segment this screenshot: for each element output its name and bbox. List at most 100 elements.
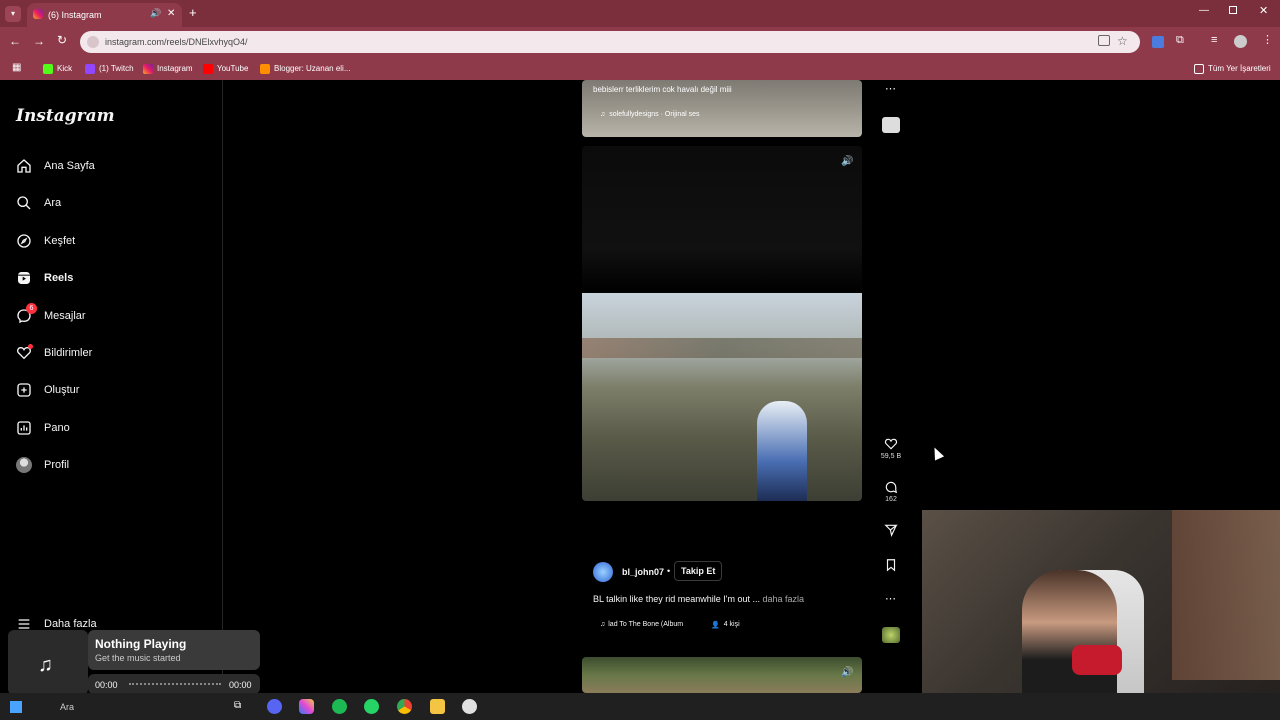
comment-action[interactable]: 162 — [878, 480, 904, 503]
install-app-icon[interactable] — [1098, 35, 1110, 46]
more-options-icon[interactable]: ⋯ — [885, 82, 896, 95]
bookmark-all[interactable]: Tüm Yer İşaretleri — [1194, 61, 1271, 76]
bookmark-star-icon[interactable]: ☆ — [1117, 34, 1128, 48]
plus-square-icon — [17, 383, 31, 397]
bookmark-icon — [886, 559, 896, 572]
messages-badge: 6 — [26, 303, 37, 314]
chrome-icon[interactable] — [397, 699, 412, 714]
bookmarks-bar: ▦ Kick (1) Twitch Instagram YouTube Blog… — [0, 57, 1280, 80]
minimize-icon[interactable]: — — [1199, 5, 1209, 16]
like-action[interactable]: 59,5 B — [878, 437, 904, 460]
task-view-icon[interactable]: ⧉ — [234, 700, 241, 711]
new-tab-icon[interactable]: + — [189, 5, 197, 20]
audio-thumbnail[interactable] — [882, 117, 900, 133]
address-bar[interactable]: instagram.com/reels/DNElxvhyqO4/ ☆ — [80, 31, 1140, 53]
username[interactable]: bl_john07 — [622, 567, 664, 577]
tab-title: (6) Instagram — [48, 10, 102, 20]
speaker-icon[interactable]: 🔊 — [150, 8, 161, 19]
bookmark-kick[interactable]: Kick — [43, 61, 72, 76]
spotify-icon[interactable] — [332, 699, 347, 714]
music-note-icon: ♫ — [600, 621, 606, 628]
separator-dot: • — [667, 566, 671, 576]
browser-toolbar: ← → ↻ instagram.com/reels/DNElxvhyqO4/ ☆… — [0, 27, 1280, 57]
twitch-icon — [85, 63, 95, 74]
heart-icon — [884, 438, 898, 450]
sidebar: Instagram Ana Sayfa Ara Keşfet Reels 6 M… — [0, 80, 223, 693]
forward-icon[interactable]: → — [33, 34, 45, 48]
more-link[interactable]: daha fazla — [762, 594, 804, 604]
user-avatar[interactable] — [593, 562, 613, 582]
volume-icon[interactable]: 🔊 — [841, 667, 853, 678]
app-icon[interactable] — [462, 699, 477, 714]
motorbike-fender — [757, 401, 807, 501]
windows-start-icon[interactable] — [10, 701, 22, 713]
bookmark-youtube[interactable]: YouTube — [203, 61, 248, 76]
avatar-icon — [16, 457, 32, 473]
reels-icon — [18, 272, 30, 284]
reel-previous[interactable]: bebislerr terliklerim cok havalı değil m… — [582, 80, 862, 137]
compass-icon — [17, 234, 31, 248]
sidebar-item-create[interactable]: Oluştur — [16, 380, 79, 400]
audio-thumbnail[interactable] — [882, 627, 900, 643]
like-count: 59,5 B — [880, 453, 902, 460]
close-tab-icon[interactable]: ✕ — [167, 8, 175, 19]
tagged-people[interactable]: 👤 4 kişi — [711, 621, 740, 629]
file-explorer-icon[interactable] — [430, 699, 445, 714]
profile-avatar[interactable] — [1234, 35, 1247, 48]
reel-audio[interactable]: ♫ lad To The Bone (Album — [600, 621, 683, 628]
extensions-icon[interactable]: ⧉ — [1176, 34, 1184, 47]
now-playing-card[interactable]: Nothing Playing Get the music started — [88, 630, 260, 670]
heart-icon-wrap — [16, 344, 33, 361]
reel-audio[interactable]: ♫ solefullydesigns · Orijinal ses — [600, 111, 700, 118]
reel-next[interactable]: 🔊 — [582, 657, 862, 693]
instagram-logo[interactable]: Instagram — [16, 106, 115, 126]
share-action[interactable] — [878, 523, 904, 539]
blogger-icon — [260, 63, 270, 74]
sidebar-item-dashboard[interactable]: Pano — [16, 418, 70, 438]
media-controls-icon[interactable]: ≡ — [1211, 34, 1217, 46]
mouse-cursor — [929, 445, 945, 461]
menu-icon[interactable]: ⋮ — [1262, 33, 1273, 46]
comment-icon — [885, 481, 898, 494]
tab-list-button[interactable]: ▾ — [5, 6, 21, 22]
album-art: ♫ — [8, 630, 88, 695]
folder-icon — [1194, 63, 1204, 74]
sidebar-item-profile[interactable]: Profil — [16, 455, 69, 475]
whatsapp-icon[interactable] — [364, 699, 379, 714]
volume-icon[interactable]: 🔊 — [841, 156, 853, 167]
save-action[interactable] — [878, 558, 904, 574]
time-end: 00:00 — [229, 680, 252, 690]
progress-track — [129, 683, 221, 686]
reel-caption: bebislerr terliklerim cok havalı değil m… — [593, 85, 732, 94]
browser-tab-instagram[interactable]: (6) Instagram 🔊 ✕ — [27, 3, 182, 27]
progress-bar[interactable]: 00:00 00:00 — [88, 674, 260, 694]
bookmark-instagram[interactable]: Instagram — [143, 61, 193, 76]
video-frame[interactable] — [582, 293, 862, 501]
shelf — [1172, 510, 1280, 680]
restore-icon[interactable] — [1229, 6, 1237, 14]
sidebar-item-notifications[interactable]: Bildirimler — [16, 343, 92, 363]
reel-current[interactable]: 🔊 — [582, 146, 862, 501]
sidebar-item-search[interactable]: Ara — [16, 193, 61, 213]
close-window-icon[interactable]: ✕ — [1259, 4, 1268, 17]
copilot-icon[interactable] — [299, 699, 314, 714]
follow-button[interactable]: Takip Et — [674, 561, 723, 581]
taskbar-search[interactable]: Ara — [60, 702, 74, 712]
sidebar-item-explore[interactable]: Keşfet — [16, 231, 75, 251]
back-icon[interactable]: ← — [9, 34, 21, 48]
apps-grid-icon[interactable]: ▦ — [12, 62, 21, 73]
reload-icon[interactable]: ↻ — [57, 33, 67, 47]
bookmark-twitch[interactable]: (1) Twitch — [85, 61, 134, 76]
instagram-icon — [143, 63, 153, 74]
sidebar-item-home[interactable]: Ana Sayfa — [16, 156, 95, 176]
bookmark-blogger[interactable]: Blogger: Uzanan eli... — [260, 61, 351, 76]
notification-dot — [28, 344, 33, 349]
site-info-icon[interactable] — [87, 36, 99, 48]
video-horizon — [582, 338, 862, 358]
sidebar-item-messages[interactable]: 6 Mesajlar — [16, 303, 86, 326]
discord-icon[interactable] — [267, 699, 282, 714]
sidebar-item-reels[interactable]: Reels — [16, 268, 73, 288]
translate-icon[interactable] — [1152, 36, 1164, 48]
browser-tab-bar: ▾ (6) Instagram 🔊 ✕ + — ✕ — [0, 0, 1280, 27]
more-options-icon[interactable]: ⋯ — [885, 592, 896, 605]
